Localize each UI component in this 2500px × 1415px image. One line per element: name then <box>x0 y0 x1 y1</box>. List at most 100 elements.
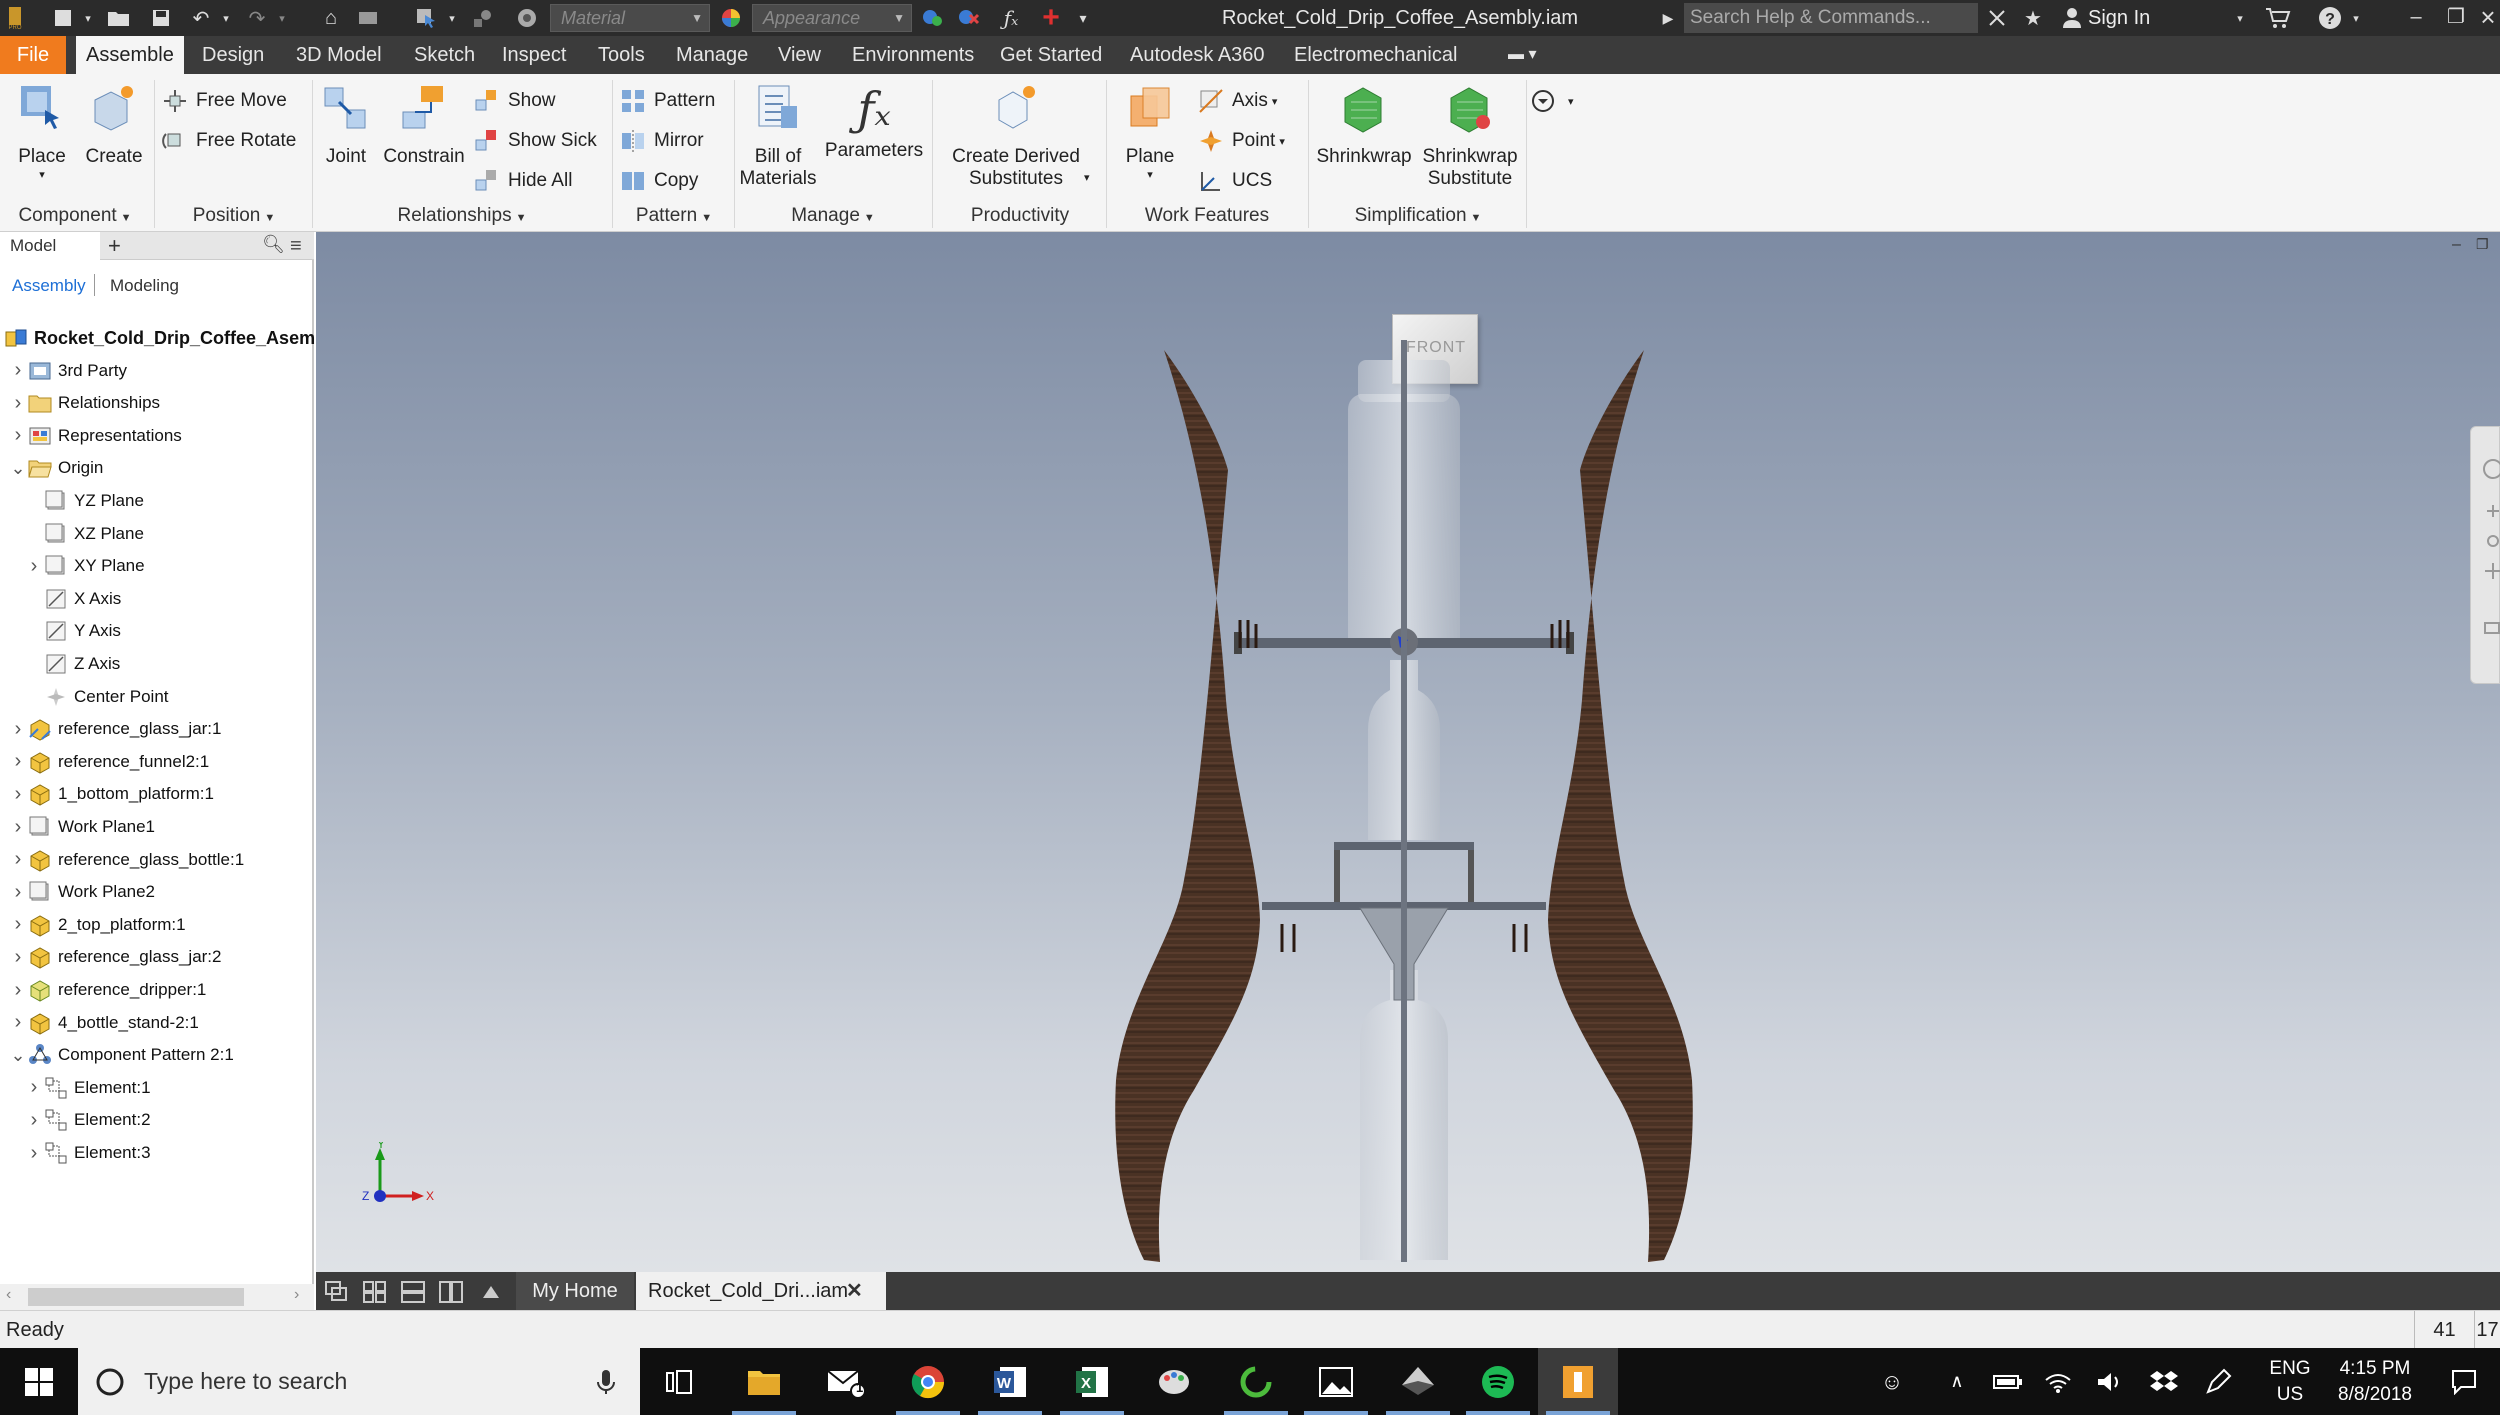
tree-item[interactable]: › reference_glass_jar:1 <box>10 713 221 745</box>
tree-item[interactable]: › 3rd Party <box>10 355 127 387</box>
taskbar-search-box[interactable]: Type here to search <box>78 1348 640 1415</box>
expand-chevron-icon[interactable]: › <box>10 946 26 969</box>
mirror-button[interactable]: Mirror <box>620 124 704 158</box>
material-select[interactable]: Material ▼ <box>550 4 710 32</box>
tab-assemble[interactable]: Assemble <box>76 36 184 74</box>
tab-file[interactable]: File <box>0 36 66 74</box>
tree-item[interactable]: Z Axis <box>26 648 120 680</box>
hide-all-button[interactable]: Hide All <box>474 164 572 198</box>
save-icon[interactable] <box>146 4 176 32</box>
tree-item[interactable]: X Axis <box>26 583 121 615</box>
tile-horizontal-icon[interactable] <box>400 1280 426 1304</box>
expand-chevron-icon[interactable]: › <box>26 1076 42 1099</box>
photos-button[interactable] <box>1296 1348 1376 1415</box>
shrinkwrap-substitute-button[interactable]: Shrinkwrap Substitute <box>1416 82 1524 190</box>
scroll-thumb[interactable] <box>28 1288 244 1306</box>
navigation-bar[interactable] <box>2470 426 2500 684</box>
show-button[interactable]: Show <box>474 84 556 118</box>
expand-chevron-icon[interactable]: › <box>10 359 26 382</box>
tab-design[interactable]: Design <box>192 36 274 74</box>
expand-chevron-icon[interactable]: › <box>10 881 26 904</box>
home-icon[interactable]: ⌂ <box>316 4 346 32</box>
tab-inspect[interactable]: Inspect <box>492 36 576 74</box>
browser-menu-icon[interactable]: ≡ <box>290 232 302 260</box>
paint-button[interactable] <box>1134 1348 1214 1415</box>
sign-in-dropdown-icon[interactable]: ▾ <box>2232 4 2248 32</box>
tile-vertical-icon[interactable] <box>438 1280 464 1304</box>
cart-icon[interactable] <box>2262 4 2294 32</box>
expand-chevron-icon[interactable]: › <box>10 783 26 806</box>
tree-item[interactable]: › Work Plane1 <box>10 811 155 843</box>
tree-item[interactable]: Y Axis <box>26 615 121 647</box>
tree-item[interactable]: › reference_dripper:1 <box>10 974 206 1006</box>
tab-list-icon[interactable] <box>478 1280 504 1304</box>
free-rotate-button[interactable]: Free Rotate <box>162 124 296 158</box>
ribbon-options-button[interactable]: ▾ <box>1530 84 1574 118</box>
tree-item[interactable]: › Work Plane2 <box>10 876 155 908</box>
position-group-label[interactable]: Position ▼ <box>156 202 312 230</box>
expand-search-icon[interactable]: ▶ <box>1660 4 1676 32</box>
point-button[interactable]: Point ▾ <box>1198 124 1285 158</box>
expand-chevron-icon[interactable]: › <box>10 913 26 936</box>
graphics-viewport[interactable]: – ❐ FRONT Y X Z <box>316 232 2500 1272</box>
microphone-icon[interactable] <box>594 1368 618 1396</box>
update-icon[interactable] <box>468 4 498 32</box>
tab-get-started[interactable]: Get Started <box>990 36 1112 74</box>
battery-icon[interactable] <box>1990 1348 2026 1415</box>
word-button[interactable]: W <box>970 1348 1050 1415</box>
constrain-button[interactable]: Constrain <box>380 82 468 168</box>
tab-manage[interactable]: Manage <box>666 36 758 74</box>
expand-chevron-icon[interactable]: › <box>10 848 26 871</box>
return-icon[interactable] <box>354 4 384 32</box>
tree-item[interactable]: XZ Plane <box>26 518 144 550</box>
expand-chevron-icon[interactable]: › <box>26 555 42 578</box>
wifi-icon[interactable] <box>2040 1348 2076 1415</box>
sign-in-button[interactable]: Sign In <box>2088 0 2150 36</box>
select-icon[interactable] <box>412 4 442 32</box>
search-icon[interactable] <box>1982 4 2012 32</box>
mail-button[interactable]: 1 <box>806 1348 886 1415</box>
add-browser-tab-icon[interactable]: + <box>108 232 121 260</box>
plane-button[interactable]: Plane ▾ <box>1112 82 1188 181</box>
expand-chevron-icon[interactable]: › <box>10 750 26 773</box>
viewport-restore-icon[interactable]: ❐ <box>2476 236 2492 252</box>
expand-chevron-icon[interactable]: › <box>10 392 26 415</box>
scroll-right-icon[interactable]: › <box>294 1286 299 1304</box>
help-icon[interactable]: ? <box>2314 4 2346 32</box>
fx-icon[interactable]: ƒₓ <box>996 4 1026 32</box>
task-view-button[interactable] <box>640 1348 720 1415</box>
tree-item[interactable]: › Relationships <box>10 387 160 419</box>
create-button[interactable]: Create <box>82 82 146 168</box>
inventor-button[interactable] <box>1538 1348 1618 1415</box>
expand-chevron-icon[interactable]: › <box>10 718 26 741</box>
tab-environments[interactable]: Environments <box>842 36 984 74</box>
place-button[interactable]: Place ▾ <box>10 82 74 181</box>
chrome-button[interactable] <box>888 1348 968 1415</box>
productivity-dropdown-icon[interactable]: ▾ <box>1084 160 1090 194</box>
tab-view[interactable]: View <box>768 36 831 74</box>
tree-item[interactable]: ⌄ Component Pattern 2:1 <box>10 1039 234 1071</box>
tab-sketch[interactable]: Sketch <box>404 36 485 74</box>
relationships-group-label[interactable]: Relationships ▼ <box>314 202 610 230</box>
axis-button[interactable]: Axis ▾ <box>1198 84 1277 118</box>
adjust-appearance-icon[interactable] <box>918 4 948 32</box>
clear-override-icon[interactable] <box>954 4 984 32</box>
mode-assembly[interactable]: Assembly <box>12 276 86 296</box>
browser-horizontal-scrollbar[interactable]: ‹ › <box>0 1284 314 1310</box>
tab-autodesk-a360[interactable]: Autodesk A360 <box>1120 36 1275 74</box>
collapse-chevron-icon[interactable]: ⌄ <box>10 458 26 479</box>
dropbox-icon[interactable] <box>2146 1348 2182 1415</box>
tree-item[interactable]: › Element:1 <box>26 1072 151 1104</box>
help-search-input[interactable]: Search Help & Commands... <box>1684 3 1978 33</box>
redo-icon[interactable]: ↷ <box>242 4 272 32</box>
tree-item[interactable]: › reference_glass_bottle:1 <box>10 844 244 876</box>
customize-icon[interactable]: ▾ <box>1072 4 1094 32</box>
tree-item[interactable]: › 4_bottle_stand-2:1 <box>10 1007 199 1039</box>
expand-chevron-icon[interactable]: › <box>26 1109 42 1132</box>
new-dropdown-icon[interactable]: ▾ <box>80 4 96 32</box>
shrinkwrap-button[interactable]: Shrinkwrap <box>1312 82 1416 168</box>
expand-chevron-icon[interactable]: › <box>10 424 26 447</box>
show-sick-button[interactable]: Show Sick <box>474 124 597 158</box>
tree-item[interactable]: › 1_bottom_platform:1 <box>10 778 214 810</box>
adjust-icon[interactable] <box>512 4 542 32</box>
